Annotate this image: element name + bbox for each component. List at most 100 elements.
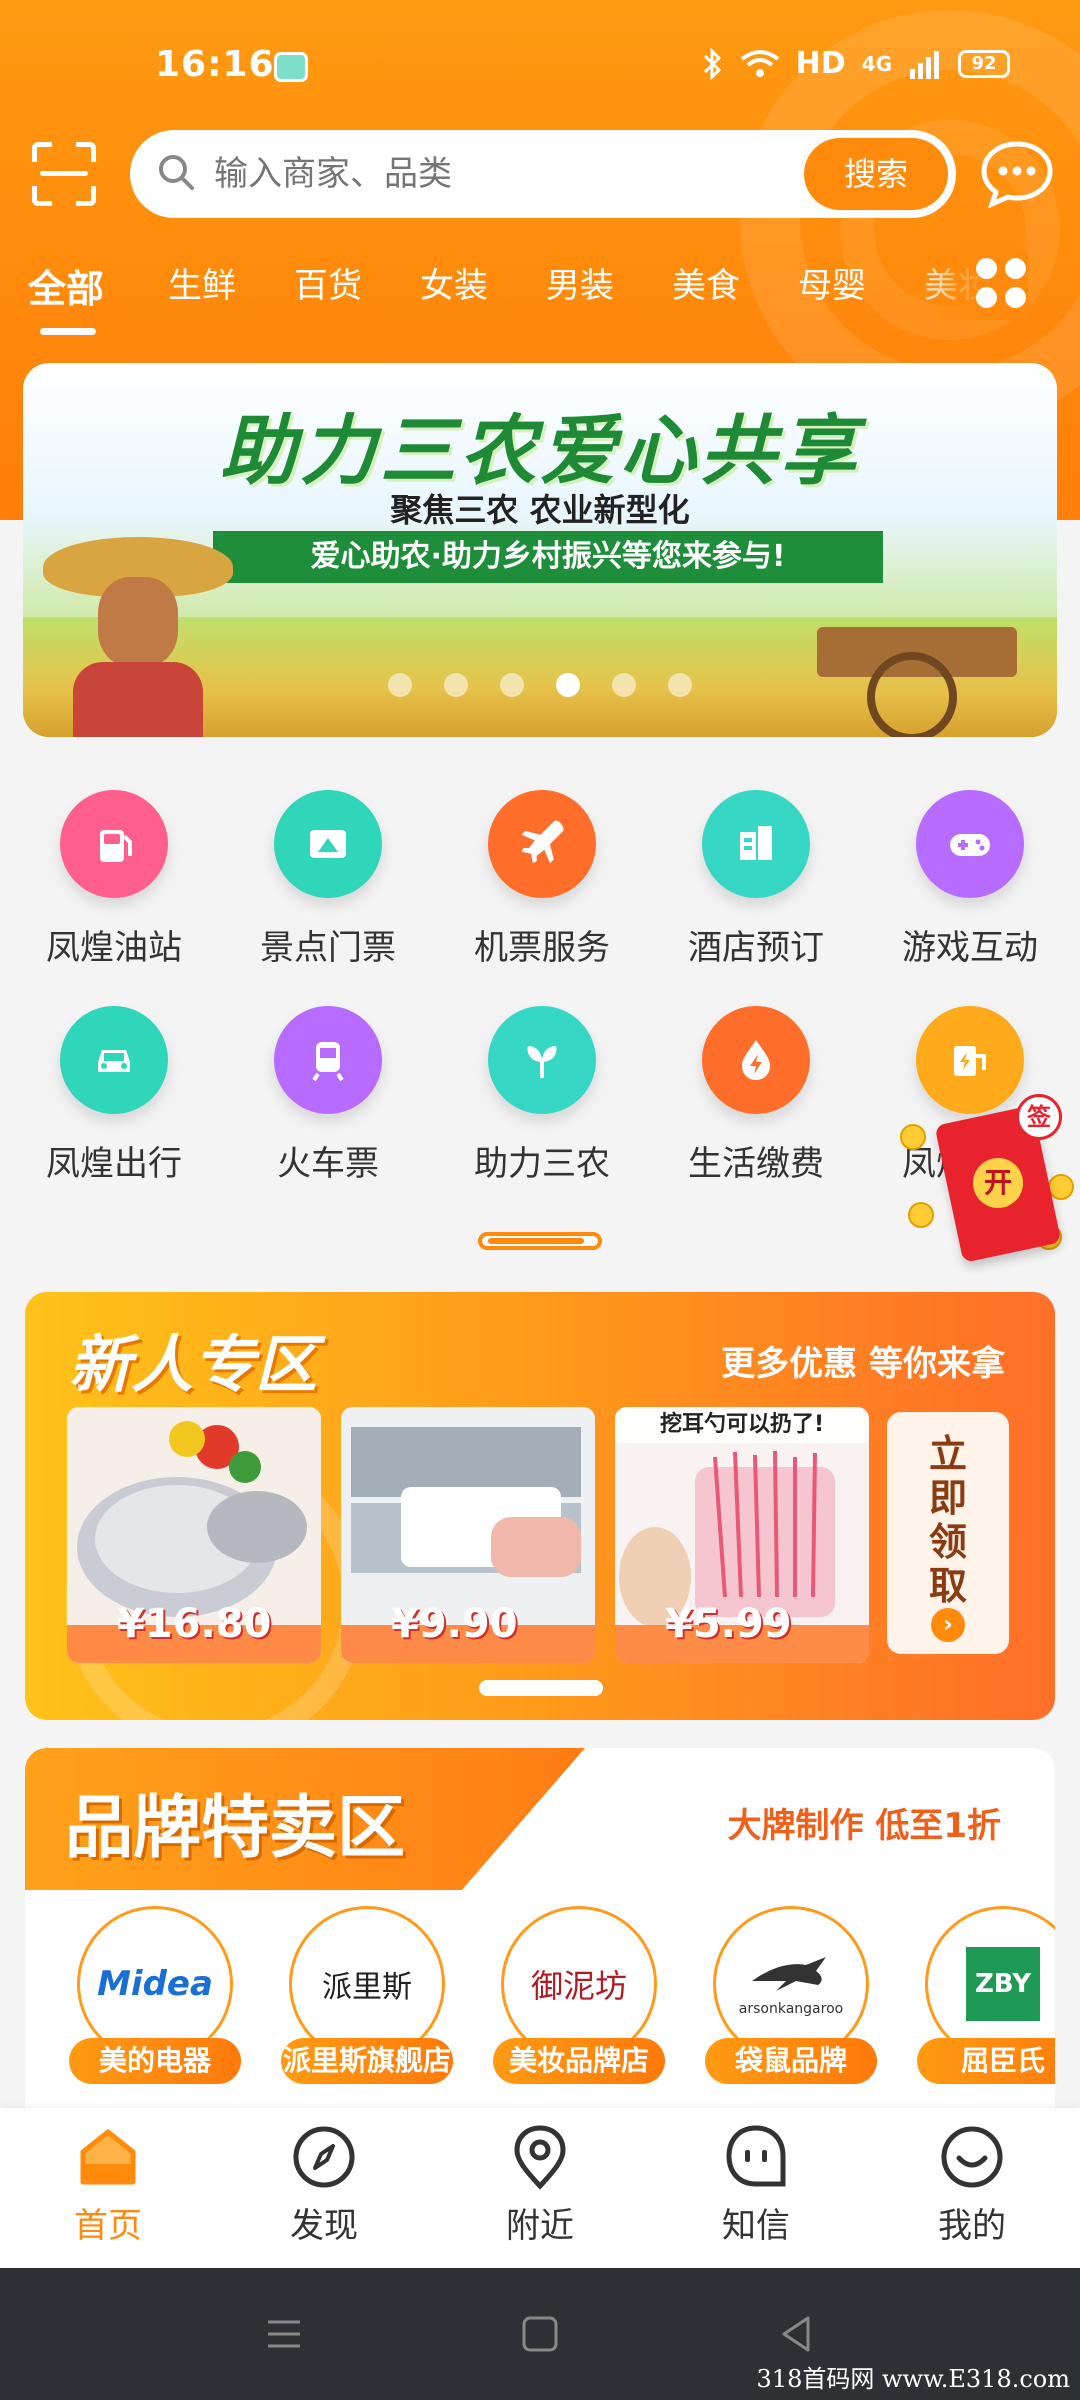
brand-item[interactable]: arsonkangaroo 袋鼠品牌 xyxy=(705,1906,877,2086)
banner-pagination xyxy=(23,673,1057,697)
status-indicators: HD 4G 92 xyxy=(702,46,1010,81)
signal-icon xyxy=(910,50,939,79)
brand-item[interactable]: 派里斯 派里斯旗舰店 xyxy=(281,1906,453,2086)
brand-logo-text: 派里斯 xyxy=(322,1970,412,2005)
scan-button[interactable] xyxy=(32,142,96,206)
coin-icon xyxy=(900,1124,926,1150)
service-label: 生活缴费 xyxy=(688,1144,824,1184)
newcomer-product[interactable]: ¥9.90 xyxy=(341,1407,595,1663)
nav-messages[interactable]: 知信 xyxy=(686,2122,826,2247)
menu-icon[interactable] xyxy=(262,2312,306,2356)
location-icon xyxy=(514,2125,566,2190)
category-tab[interactable]: 母婴 xyxy=(798,258,866,307)
pagination-dot xyxy=(612,673,636,697)
pagination-dot-active xyxy=(556,673,580,697)
newcomer-subtitle: 更多优惠 等你来拿 xyxy=(721,1344,1005,1384)
service-label: 凤煌油站 xyxy=(46,928,182,968)
category-tab[interactable]: 生鲜 xyxy=(168,258,236,307)
brand-zone-subtitle: 大牌制作 低至1折 xyxy=(727,1806,1002,1846)
product-price: ¥9.90 xyxy=(391,1601,518,1647)
back-icon[interactable] xyxy=(774,2312,818,2356)
nav-nearby[interactable]: 附近 xyxy=(470,2122,610,2247)
category-tab[interactable]: 美食 xyxy=(672,258,740,307)
chat-icon xyxy=(726,2125,786,2187)
ticket-icon xyxy=(274,790,382,898)
profile-icon xyxy=(941,2126,1003,2188)
service-gas-station[interactable]: 凤煌油站 xyxy=(14,790,214,969)
status-time: 16:16 xyxy=(155,44,275,85)
pagination-dot xyxy=(500,673,524,697)
service-hotel[interactable]: 酒店预订 xyxy=(656,790,856,969)
pagination-dot xyxy=(668,673,692,697)
chevron-right-icon: › xyxy=(931,1608,965,1642)
cart-illustration xyxy=(817,607,1017,737)
service-grid-scrollbar xyxy=(478,1232,602,1250)
brand-zone-header: 品牌特卖区 大牌制作 低至1折 xyxy=(25,1748,1055,1890)
brand-item[interactable]: Midea 美的电器 xyxy=(69,1906,241,2086)
promo-banner[interactable]: 助力三农爱心共享 聚焦三农 农业新型化 爱心助农·助力乡村振兴等您来参与! xyxy=(23,363,1057,737)
brand-logo-text: Midea xyxy=(97,1964,213,2004)
message-icon[interactable] xyxy=(980,140,1054,208)
search-input[interactable] xyxy=(214,130,814,218)
brand-logo-text: ZBY xyxy=(966,1947,1040,2021)
brand-name: 屈臣氏 xyxy=(917,2038,1055,2084)
claim-label: 立即领取 xyxy=(928,1432,967,1608)
service-flights[interactable]: 机票服务 xyxy=(442,790,642,969)
grid-icon[interactable] xyxy=(976,258,1028,310)
coin-icon xyxy=(908,1202,934,1228)
watermark: 318首码网 www.E318.com xyxy=(756,2365,1070,2393)
nav-profile[interactable]: 我的 xyxy=(902,2122,1042,2247)
active-tab-indicator xyxy=(40,328,96,335)
product-top-text: 挖耳勺可以扔了! xyxy=(615,1407,869,1443)
service-label: 凤煌出行 xyxy=(46,1144,182,1184)
service-tickets[interactable]: 景点门票 xyxy=(228,790,428,969)
nav-label: 知信 xyxy=(722,2206,790,2246)
product-price: ¥16.80 xyxy=(117,1601,272,1647)
pagination-dot xyxy=(388,673,412,697)
service-label: 景点门票 xyxy=(260,928,396,968)
service-ride[interactable]: 凤煌出行 xyxy=(14,1006,214,1185)
service-label: 酒店预订 xyxy=(688,928,824,968)
nav-label: 发现 xyxy=(290,2206,358,2246)
app-notification-icon xyxy=(274,52,308,82)
brand-logo-text: 御泥坊 xyxy=(530,1967,627,2005)
banner-subtitle: 聚焦三农 农业新型化 xyxy=(390,491,690,529)
newcomer-product[interactable]: 挖耳勺可以扔了! ¥5.99 xyxy=(615,1407,869,1663)
train-icon xyxy=(274,1006,382,1114)
service-agriculture[interactable]: 助力三农 xyxy=(442,1006,642,1185)
claim-now-button[interactable]: 立即领取 › xyxy=(887,1412,1009,1654)
service-train[interactable]: 火车票 xyxy=(228,1006,428,1185)
service-utilities[interactable]: 生活缴费 xyxy=(656,1006,856,1185)
brand-name: 美的电器 xyxy=(69,2038,241,2084)
brand-item[interactable]: ZBY 屈臣氏 xyxy=(917,1906,1055,2086)
search-bar[interactable]: 搜索 xyxy=(130,130,956,218)
category-tab[interactable]: 全部 xyxy=(28,258,104,313)
service-label: 助力三农 xyxy=(474,1144,610,1184)
battery-icon: 92 xyxy=(958,49,1010,78)
category-tab[interactable]: 百货 xyxy=(294,258,362,307)
nav-discover[interactable]: 发现 xyxy=(254,2122,394,2247)
brand-name: 袋鼠品牌 xyxy=(705,2038,877,2084)
category-tab[interactable]: 男装 xyxy=(546,258,614,307)
bluetooth-icon xyxy=(703,47,721,80)
product-price: ¥5.99 xyxy=(665,1601,792,1647)
nav-home[interactable]: 首页 xyxy=(38,2122,178,2247)
banner-title: 助力三农爱心共享 xyxy=(220,406,860,495)
network-type: HD xyxy=(795,46,846,81)
brand-zone-title: 品牌特卖区 xyxy=(65,1789,406,1868)
service-games[interactable]: 游戏互动 xyxy=(870,790,1070,969)
brand-item[interactable]: 御泥坊 美妆品牌店 xyxy=(493,1906,665,2086)
brand-name: 派里斯旗舰店 xyxy=(281,2038,453,2084)
bottom-navigation: 首页 发现 附近 知信 我的 xyxy=(0,2108,1080,2268)
newcomer-title: 新人专区 xyxy=(69,1328,318,1401)
newcomer-product[interactable]: ¥16.80 xyxy=(67,1407,321,1663)
home-square-icon[interactable] xyxy=(518,2312,562,2356)
red-packet-floating[interactable]: 开 签 xyxy=(898,1094,1074,1270)
category-tab[interactable]: 女装 xyxy=(420,258,488,307)
service-label: 游戏互动 xyxy=(902,928,1038,968)
search-icon xyxy=(159,155,194,190)
service-label: 机票服务 xyxy=(474,928,610,968)
search-button[interactable]: 搜索 xyxy=(804,138,948,210)
brand-zone: 品牌特卖区 大牌制作 低至1折 Midea 美的电器 派里斯 派里斯旗舰店 御泥… xyxy=(25,1748,1055,2108)
hotel-icon xyxy=(702,790,810,898)
